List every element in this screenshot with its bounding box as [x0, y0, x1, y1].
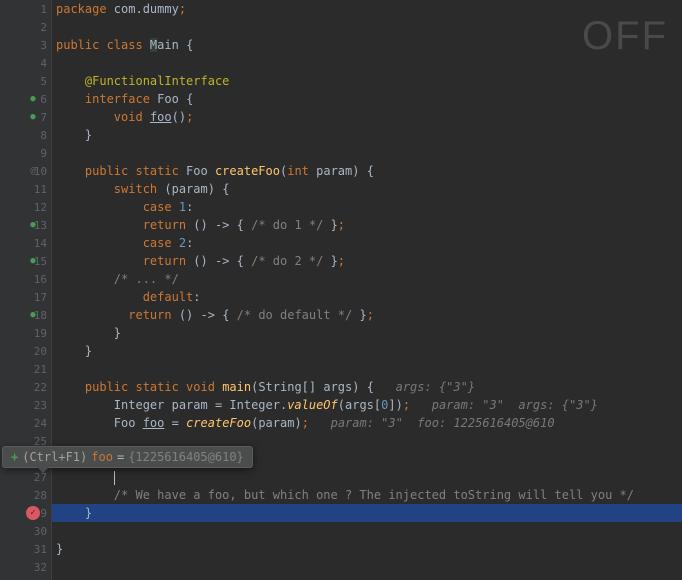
- override-icon[interactable]: ●: [26, 308, 40, 322]
- override-icon[interactable]: ●: [26, 218, 40, 232]
- tooltip-shortcut: (Ctrl+F1): [22, 450, 87, 464]
- gutter-line[interactable]: 8: [0, 126, 51, 144]
- gutter-line[interactable]: 10@: [0, 162, 51, 180]
- gutter-line[interactable]: 16: [0, 270, 51, 288]
- override-icon[interactable]: ●: [26, 110, 40, 124]
- gutter-line[interactable]: 14: [0, 234, 51, 252]
- gutter-line[interactable]: 6●: [0, 90, 51, 108]
- tooltip-var: foo: [91, 450, 113, 464]
- gutter-line[interactable]: 9: [0, 144, 51, 162]
- gutter-line[interactable]: 11: [0, 180, 51, 198]
- gutter-line[interactable]: 7●: [0, 108, 51, 126]
- override-icon[interactable]: ●: [26, 254, 40, 268]
- annotation-icon[interactable]: @: [26, 164, 40, 178]
- tooltip-value: {1225616405@610}: [128, 450, 244, 464]
- override-icon[interactable]: ●: [26, 92, 40, 106]
- gutter-line[interactable]: 3: [0, 36, 51, 54]
- gutter-line[interactable]: 4: [0, 54, 51, 72]
- gutter-line[interactable]: 30: [0, 522, 51, 540]
- gutter-line[interactable]: 24: [0, 414, 51, 432]
- gutter-line[interactable]: 28: [0, 486, 51, 504]
- breakpoint-icon[interactable]: ✓: [26, 506, 40, 520]
- gutter-line[interactable]: 18●: [0, 306, 51, 324]
- gutter-line[interactable]: 21: [0, 360, 51, 378]
- gutter: 1 2 3 4 5 6● 7● 8 9 10@ 11 12 13● 14 15●…: [0, 0, 52, 580]
- gutter-line[interactable]: 22: [0, 378, 51, 396]
- gutter-line[interactable]: 32: [0, 558, 51, 576]
- gutter-line[interactable]: 15●: [0, 252, 51, 270]
- gutter-line[interactable]: 5: [0, 72, 51, 90]
- gutter-line[interactable]: 19: [0, 324, 51, 342]
- code-area[interactable]: OFF package com.dummy; public class Main…: [52, 0, 682, 580]
- editor: 1 2 3 4 5 6● 7● 8 9 10@ 11 12 13● 14 15●…: [0, 0, 682, 580]
- gutter-line[interactable]: 31: [0, 540, 51, 558]
- plus-icon[interactable]: +: [11, 450, 18, 464]
- caret: [114, 471, 115, 485]
- gutter-line[interactable]: 1: [0, 0, 51, 18]
- gutter-line[interactable]: 12: [0, 198, 51, 216]
- gutter-line[interactable]: 2: [0, 18, 51, 36]
- gutter-line[interactable]: 17: [0, 288, 51, 306]
- gutter-line[interactable]: 23: [0, 396, 51, 414]
- gutter-line[interactable]: 29✓: [0, 504, 51, 522]
- gutter-line[interactable]: 13●: [0, 216, 51, 234]
- debug-tooltip[interactable]: + (Ctrl+F1) foo = {1225616405@610}: [2, 446, 253, 468]
- gutter-line[interactable]: 20: [0, 342, 51, 360]
